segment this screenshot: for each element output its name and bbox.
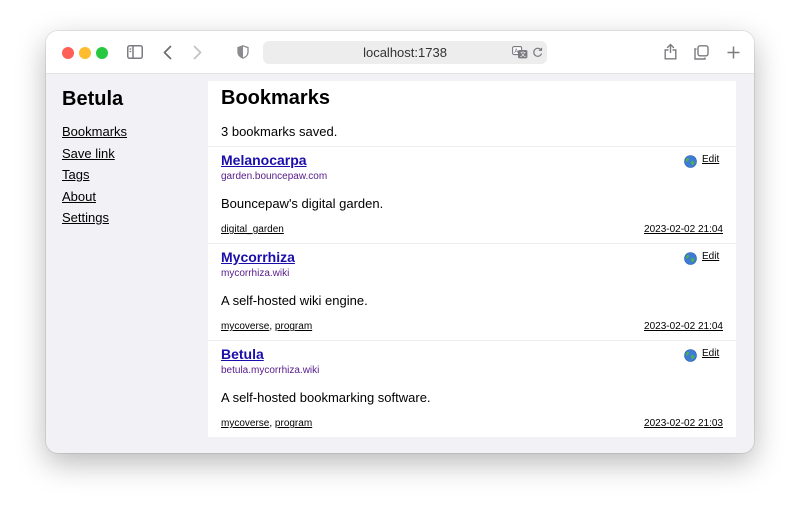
close-window-button[interactable]: [62, 47, 74, 59]
bookmark-title-link[interactable]: Mycorrhiza: [221, 249, 295, 265]
bookmark-count: 3 bookmarks saved.: [221, 124, 338, 139]
tabs-overview-icon[interactable]: [693, 44, 709, 60]
tag-link[interactable]: digital_garden: [221, 224, 284, 235]
sidebar-item-save-link[interactable]: Save link: [62, 143, 127, 165]
edit-link[interactable]: Edit: [702, 154, 719, 165]
tag-link[interactable]: mycoverse: [221, 418, 269, 429]
bookmark-tags: mycoverse, program: [221, 418, 312, 429]
sidebar: Betula Bookmarks Save link Tags About Se…: [46, 74, 208, 453]
browser-toolbar: localhost:1738 A文: [46, 31, 754, 74]
bookmark-tags: digital_garden: [221, 224, 284, 235]
tag-link[interactable]: program: [275, 321, 312, 332]
zoom-window-button[interactable]: [96, 47, 108, 59]
edit-link[interactable]: Edit: [702, 348, 719, 359]
address-bar[interactable]: localhost:1738 A文: [263, 41, 547, 64]
globe-icon: [684, 155, 697, 168]
back-icon[interactable]: [160, 44, 174, 60]
sidebar-item-about[interactable]: About: [62, 186, 127, 208]
translate-icon[interactable]: A文: [512, 45, 528, 60]
globe-icon: [684, 252, 697, 265]
bookmark-description: Bouncepaw's digital garden.: [221, 196, 384, 211]
new-tab-icon[interactable]: [725, 44, 741, 60]
bookmark-tags: mycoverse, program: [221, 321, 312, 332]
bookmark-title-link[interactable]: Betula: [221, 346, 264, 362]
minimize-window-button[interactable]: [79, 47, 91, 59]
tag-link[interactable]: mycoverse: [221, 321, 269, 332]
privacy-shield-icon[interactable]: [236, 44, 250, 60]
main-content: Bookmarks 3 bookmarks saved. Melanocarpa…: [208, 81, 736, 437]
sidebar-item-tags[interactable]: Tags: [62, 164, 127, 186]
page-title: Bookmarks: [221, 87, 330, 109]
bookmark-title-link[interactable]: Melanocarpa: [221, 152, 307, 168]
sidebar-item-settings[interactable]: Settings: [62, 207, 127, 229]
reload-icon[interactable]: [531, 46, 544, 59]
bookmark-card: Betula betula.mycorrhiza.wiki Edit A sel…: [208, 340, 736, 438]
browser-window: localhost:1738 A文 Betula Bookmarks Save …: [46, 31, 754, 453]
bookmark-domain: mycorrhiza.wiki: [221, 268, 290, 279]
sidebar-toggle-icon[interactable]: [126, 44, 144, 60]
bookmark-card: Melanocarpa garden.bouncepaw.com Edit Bo…: [208, 146, 736, 244]
sidebar-nav: Bookmarks Save link Tags About Settings: [62, 121, 127, 229]
sidebar-item-bookmarks[interactable]: Bookmarks: [62, 121, 127, 143]
forward-icon[interactable]: [190, 44, 204, 60]
tag-link[interactable]: program: [275, 418, 312, 429]
bookmark-card: Mycorrhiza mycorrhiza.wiki Edit A self-h…: [208, 243, 736, 341]
bookmark-domain: betula.mycorrhiza.wiki: [221, 365, 320, 376]
share-icon[interactable]: [663, 42, 677, 60]
bookmark-date-link[interactable]: 2023-02-02 21:03: [644, 418, 723, 429]
bookmark-date-link[interactable]: 2023-02-02 21:04: [644, 321, 723, 332]
bookmark-description: A self-hosted wiki engine.: [221, 293, 368, 308]
globe-icon: [684, 349, 697, 362]
svg-text:文: 文: [520, 51, 526, 59]
url-text: localhost:1738: [363, 45, 447, 60]
bookmark-date-link[interactable]: 2023-02-02 21:04: [644, 224, 723, 235]
edit-link[interactable]: Edit: [702, 251, 719, 262]
site-title: Betula: [62, 88, 124, 110]
bookmark-description: A self-hosted bookmarking software.: [221, 390, 431, 405]
bookmark-domain: garden.bouncepaw.com: [221, 171, 328, 182]
